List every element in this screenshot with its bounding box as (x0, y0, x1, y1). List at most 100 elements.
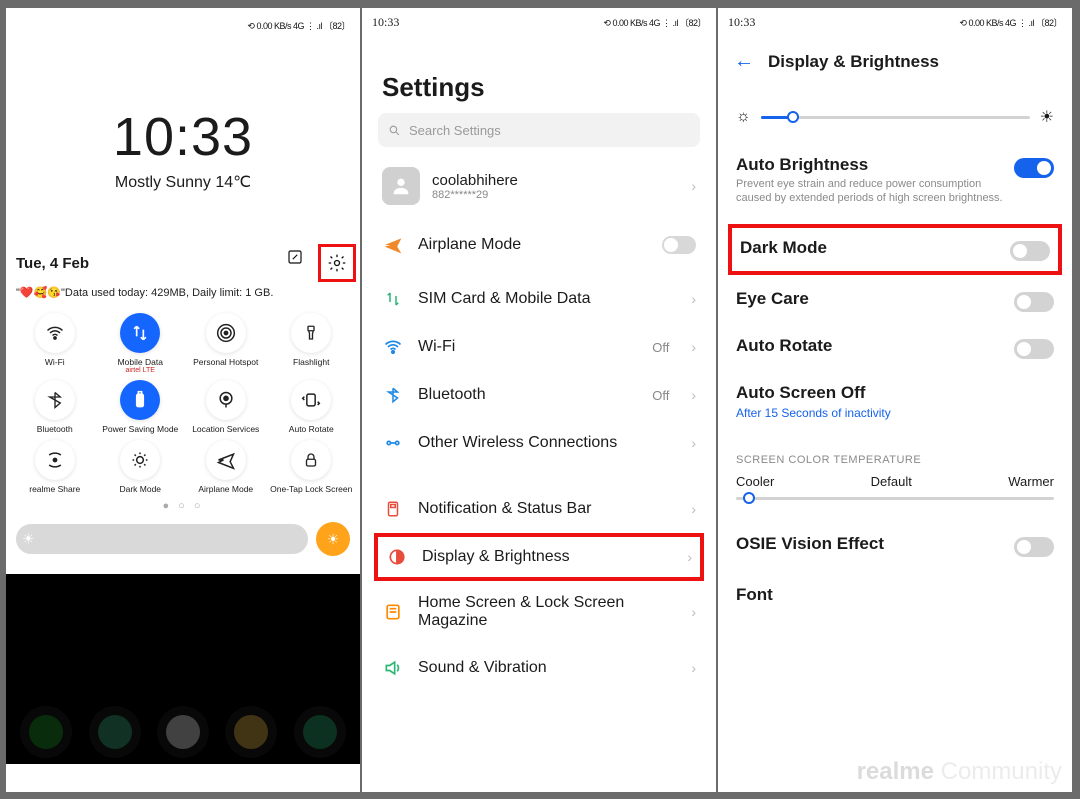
chevron-right-icon: › (687, 549, 692, 565)
plane-icon (382, 234, 404, 256)
status-icons: ⟲ 0.00 KB/s 4G ⋮ .ıl 〔82〕 (247, 19, 350, 32)
row-label: Display & Brightness (422, 548, 673, 566)
qs-tile-bt[interactable]: Bluetooth (12, 380, 98, 434)
sun-dim-icon: ☀ (22, 531, 35, 548)
chevron-right-icon: › (691, 501, 696, 517)
row-value: Off (652, 388, 669, 403)
qs-tile-swap[interactable]: Mobile Data airtel LTE (98, 313, 184, 374)
app-store-icon[interactable] (225, 706, 277, 758)
temp-cooler-label: Cooler (736, 474, 774, 489)
app-music-icon[interactable] (294, 706, 346, 758)
home-dock-backdrop (6, 574, 360, 764)
panel-display-brightness: 10:33 ⟲ 0.00 KB/s 4G ⋮ .ıl 〔82〕 ← Displa… (718, 8, 1072, 792)
tile-sublabel: airtel LTE (98, 367, 184, 374)
setting-label: Auto Screen Off (736, 383, 1054, 403)
status-time: 10:33 (728, 15, 755, 30)
toggle[interactable] (662, 236, 696, 254)
chevron-right-icon: › (691, 178, 696, 194)
app-phone-icon[interactable] (20, 706, 72, 758)
settings-row-wifi[interactable]: Wi-FiOff› (362, 323, 716, 371)
settings-row-display[interactable]: Display & Brightness › (374, 533, 704, 581)
auto-brightness-toggle[interactable] (1014, 158, 1054, 178)
back-icon[interactable]: ← (734, 50, 754, 73)
toggle[interactable] (1014, 292, 1054, 312)
page-title: Settings (362, 36, 716, 113)
wifi-icon (382, 336, 404, 358)
setting-label: Auto Rotate (736, 336, 1004, 356)
status-bar: 10:33 ⟲ 0.00 KB/s 4G ⋮ .ıl 〔82〕 (718, 8, 1072, 36)
hotspot-icon (206, 313, 246, 353)
setting-auto-rotate[interactable]: Auto Rotate (718, 326, 1072, 373)
toggle[interactable] (1014, 339, 1054, 359)
settings-row-sound[interactable]: Sound & Vibration› (362, 644, 716, 692)
setting-auto-screen-off[interactable]: Auto Screen OffAfter 15 Seconds of inact… (718, 373, 1072, 434)
settings-row-plane[interactable]: Airplane Mode (362, 221, 716, 269)
qs-tile-lock[interactable]: One-Tap Lock Screen (269, 440, 355, 494)
lockscreen-clock: 10:33 (6, 106, 360, 168)
app-messages-icon[interactable] (89, 706, 141, 758)
lock-icon (291, 440, 331, 480)
tile-label: Airplane Mode (183, 484, 269, 494)
chevron-right-icon: › (691, 435, 696, 451)
osie-label: OSIE Vision Effect (736, 534, 1004, 554)
search-input[interactable]: Search Settings (378, 113, 700, 147)
osie-toggle[interactable] (1014, 537, 1054, 557)
toggle[interactable] (1010, 241, 1050, 261)
date-label: Tue, 4 Feb (16, 255, 89, 272)
tile-label: Auto Rotate (269, 424, 355, 434)
tile-label: Flashlight (269, 357, 355, 367)
status-icons: ⟲ 0.00 KB/s 4G ⋮ .ıl 〔82〕 (959, 16, 1062, 29)
sim-icon (382, 288, 404, 310)
profile-row[interactable]: coolabhihere 882******29 › (378, 159, 700, 213)
font-label: Font (736, 585, 1054, 605)
tile-label: Dark Mode (98, 484, 184, 494)
edit-icon[interactable] (282, 244, 308, 270)
brightness-slider[interactable]: ☀ ☀ (6, 512, 360, 570)
battery-icon (120, 380, 160, 420)
page-title: Display & Brightness (768, 52, 939, 72)
settings-row-wireless[interactable]: Other Wireless Connections› (362, 419, 716, 467)
app-browser-icon[interactable] (157, 706, 209, 758)
section-label: SCREEN COLOR TEMPERATURE (718, 434, 1072, 474)
chevron-right-icon: › (691, 291, 696, 307)
panel-settings: 10:33 ⟲ 0.00 KB/s 4G ⋮ .ıl 〔82〕 Settings… (362, 8, 716, 792)
notif-icon (382, 498, 404, 520)
qs-tile-dark[interactable]: Dark Mode (98, 440, 184, 494)
wireless-icon (382, 432, 404, 454)
row-label: Notification & Status Bar (418, 500, 677, 518)
status-bar: 10:33 ⟲ 0.00 KB/s 4G ⋮ .ıl 〔82〕 (362, 8, 716, 36)
brightness-slider[interactable]: ☼ ☀ (718, 79, 1072, 145)
status-bar: ⟲ 0.00 KB/s 4G ⋮ .ıl 〔82〕 (6, 8, 360, 36)
auto-brightness-desc: Prevent eye strain and reduce power cons… (736, 177, 1004, 206)
row-label: Airplane Mode (418, 236, 648, 254)
profile-name: coolabhihere (432, 172, 679, 189)
search-icon (388, 124, 401, 137)
qs-tile-loc[interactable]: Location Services (183, 380, 269, 434)
share-icon (35, 440, 75, 480)
tile-label: Wi-Fi (12, 357, 98, 367)
qs-tile-battery[interactable]: Power Saving Mode (98, 380, 184, 434)
qs-tile-plane[interactable]: Airplane Mode (183, 440, 269, 494)
tile-label: Location Services (183, 424, 269, 434)
row-label: Bluetooth (418, 386, 638, 404)
auto-brightness-toggle[interactable]: ☀ (316, 522, 350, 556)
setting-dark-mode[interactable]: Dark Mode (732, 228, 1058, 271)
qs-tile-rotate[interactable]: Auto Rotate (269, 380, 355, 434)
qs-tile-wifi[interactable]: Wi-Fi (12, 313, 98, 374)
color-temp-slider[interactable] (718, 489, 1072, 506)
settings-row-bt[interactable]: Bluetooth Off › (362, 371, 716, 419)
panel-quicksettings: ⟲ 0.00 KB/s 4G ⋮ .ıl 〔82〕 10:33 Mostly S… (6, 8, 360, 792)
settings-row-home[interactable]: Home Screen & Lock Screen Magazine› (362, 581, 716, 644)
setting-eye-care[interactable]: Eye Care (718, 279, 1072, 326)
tile-label: One-Tap Lock Screen (269, 484, 355, 494)
settings-row-sim[interactable]: SIM Card & Mobile Data› (362, 275, 716, 323)
gear-icon[interactable] (324, 250, 350, 276)
qs-tile-share[interactable]: realme Share (12, 440, 98, 494)
qs-tile-torch[interactable]: Flashlight (269, 313, 355, 374)
chevron-right-icon: › (691, 387, 696, 403)
setting-label: Dark Mode (740, 238, 1000, 258)
settings-row-notif[interactable]: Notification & Status Bar › (362, 485, 716, 533)
plane-icon (206, 440, 246, 480)
page-dots: ● ○ ○ (6, 500, 360, 512)
qs-tile-hotspot[interactable]: Personal Hotspot (183, 313, 269, 374)
